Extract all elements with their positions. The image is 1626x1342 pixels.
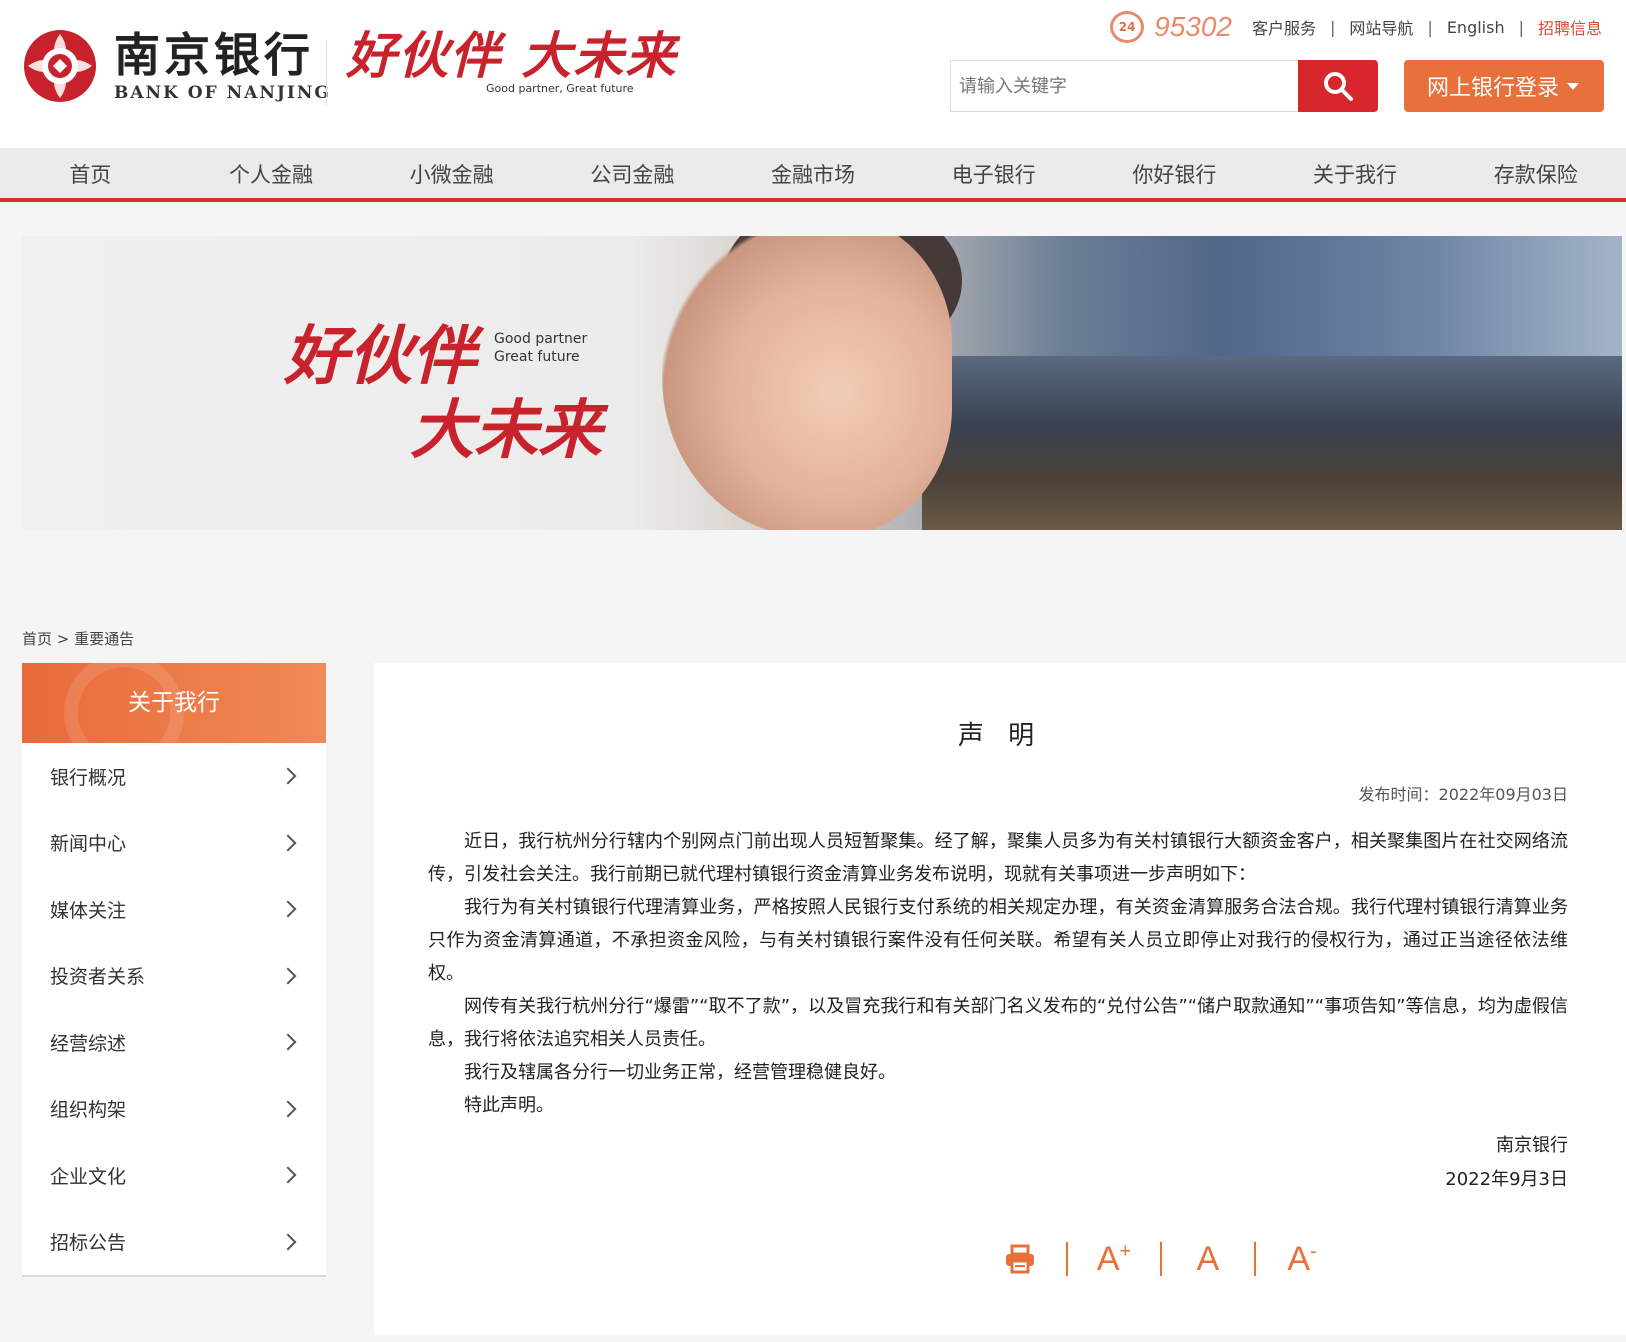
phone-24h-icon: 24 bbox=[1110, 11, 1145, 43]
breadcrumb[interactable]: 首页 > 重要通告 bbox=[22, 628, 134, 649]
signature-date: 2022年9月3日 bbox=[1445, 1169, 1568, 1190]
sidebar-item-media[interactable]: 媒体关注 bbox=[22, 876, 326, 943]
site-header: 南京银行 BANK OF NANJING 好伙伴 大未来 Good partne… bbox=[0, 0, 1626, 148]
search-button[interactable] bbox=[1298, 60, 1378, 112]
signature-bank: 南京银行 bbox=[1496, 1135, 1568, 1156]
article-paragraph: 我行及辖属各分行一切业务正常，经营管理稳健良好。 bbox=[464, 1062, 896, 1083]
search-box bbox=[950, 60, 1300, 112]
tool-separator bbox=[1160, 1242, 1162, 1276]
font-increase-letter: A bbox=[1096, 1239, 1120, 1278]
banner-en-line2: Great future bbox=[494, 349, 580, 365]
search-icon bbox=[1324, 72, 1353, 101]
article-signature: 南京银行 2022年9月3日 bbox=[1445, 1129, 1568, 1197]
sidebar-item-corporate-culture[interactable]: 企业文化 bbox=[22, 1142, 326, 1209]
font-increase-plus: + bbox=[1119, 1240, 1132, 1263]
article-title: 声 明 bbox=[957, 721, 1043, 751]
chevron-right-icon bbox=[279, 900, 297, 918]
banner-slogan-line2: 大未来 bbox=[410, 393, 602, 468]
sidebar-item-label: 经营综述 bbox=[50, 1032, 127, 1055]
sidebar-item-label: 媒体关注 bbox=[50, 899, 127, 922]
chevron-right-icon bbox=[279, 834, 297, 852]
link-separator: | bbox=[1330, 17, 1336, 37]
sidebar-item-bank-overview[interactable]: 银行概况 bbox=[22, 743, 326, 810]
online-banking-login-button[interactable]: 网上银行登录 bbox=[1404, 60, 1604, 112]
link-english[interactable]: English bbox=[1447, 18, 1505, 37]
tool-separator bbox=[1066, 1242, 1068, 1276]
nav-deposit-insurance[interactable]: 存款保险 bbox=[1445, 148, 1626, 198]
font-decrease-letter: A bbox=[1287, 1239, 1310, 1278]
nav-about-us[interactable]: 关于我行 bbox=[1265, 148, 1446, 198]
sidebar-item-news-center[interactable]: 新闻中心 bbox=[22, 810, 326, 877]
chevron-right-icon bbox=[279, 1033, 297, 1051]
nav-e-banking[interactable]: 电子银行 bbox=[903, 148, 1084, 198]
article-paragraph: 近日，我行杭州分行辖内个别网点门前出现人员短暂聚集。经了解，聚集人员多为有关村镇… bbox=[428, 831, 1568, 885]
logo-cn-text: 南京银行 bbox=[114, 28, 314, 82]
sidebar-title: 关于我行 bbox=[22, 663, 326, 743]
chevron-right-icon bbox=[279, 1166, 297, 1184]
link-customer-service[interactable]: 客户服务 bbox=[1252, 15, 1316, 39]
article-paragraph: 我行为有关村镇银行代理清算业务，严格按照人民银行支付系统的相关规定办理，有关资金… bbox=[428, 897, 1568, 984]
print-icon[interactable] bbox=[1004, 1244, 1036, 1274]
sidebar-item-label: 投资者关系 bbox=[50, 966, 146, 989]
caret-down-icon bbox=[1567, 83, 1579, 90]
nav-small-business[interactable]: 小微金融 bbox=[361, 148, 542, 198]
top-links-bar: 24 95302 客户服务 | 网站导航 | English | 招聘信息 bbox=[1110, 10, 1602, 44]
nav-home[interactable]: 首页 bbox=[0, 148, 181, 198]
hotline: 24 95302 bbox=[1110, 11, 1232, 43]
sidebar-item-label: 组织构架 bbox=[50, 1099, 127, 1122]
font-increase-button[interactable]: A+ bbox=[1082, 1240, 1146, 1279]
login-label: 网上银行登录 bbox=[1426, 76, 1559, 101]
sidebar-item-label: 银行概况 bbox=[50, 766, 127, 789]
main-nav: 首页 个人金融 小微金融 公司金融 金融市场 电子银行 你好银行 关于我行 存款… bbox=[0, 148, 1626, 202]
bank-logo-mark-icon bbox=[20, 26, 100, 106]
slogan-cn: 好伙伴 大未来 bbox=[346, 26, 678, 85]
tool-separator bbox=[1254, 1242, 1256, 1276]
header-slogan: 好伙伴 大未来 Good partner, Great future bbox=[346, 26, 678, 95]
sidebar-item-label: 招标公告 bbox=[50, 1232, 127, 1255]
sidebar-item-organization[interactable]: 组织构架 bbox=[22, 1076, 326, 1143]
logo-en-text: BANK OF NANJING bbox=[114, 83, 331, 103]
link-recruitment[interactable]: 招聘信息 bbox=[1538, 15, 1602, 39]
article-tools: A+ A A- bbox=[988, 1239, 1334, 1279]
nav-nihao-bank[interactable]: 你好银行 bbox=[1084, 148, 1265, 198]
sidebar: 关于我行 银行概况 新闻中心 媒体关注 投资者关系 经营综述 组织构架 企业文化… bbox=[22, 663, 326, 1277]
link-separator: | bbox=[1427, 17, 1433, 37]
nav-financial-markets[interactable]: 金融市场 bbox=[723, 148, 904, 198]
slogan-en: Good partner, Great future bbox=[486, 82, 634, 95]
sidebar-item-investor-relations[interactable]: 投资者关系 bbox=[22, 943, 326, 1010]
nav-personal-finance[interactable]: 个人金融 bbox=[181, 148, 362, 198]
sidebar-item-operations-review[interactable]: 经营综述 bbox=[22, 1009, 326, 1076]
search-input[interactable] bbox=[959, 75, 1299, 97]
chevron-right-icon bbox=[279, 1233, 297, 1251]
publish-time: 发布时间：2022年09月03日 bbox=[1358, 785, 1568, 804]
banner-slogan-en: Good partner Great future bbox=[494, 330, 587, 366]
hotline-number: 95302 bbox=[1154, 11, 1232, 42]
sidebar-item-label: 企业文化 bbox=[50, 1165, 127, 1188]
article-panel: 声 明 发布时间：2022年09月03日 近日，我行杭州分行辖内个别网点门前出现… bbox=[374, 663, 1626, 1335]
banner-en-line1: Good partner bbox=[494, 331, 588, 347]
chevron-right-icon bbox=[279, 1100, 297, 1118]
nav-corporate-finance[interactable]: 公司金融 bbox=[542, 148, 723, 198]
font-decrease-minus: - bbox=[1310, 1240, 1317, 1263]
banner-cityscape bbox=[922, 356, 1622, 530]
hero-banner: 好伙伴 大未来 Good partner Great future bbox=[22, 236, 1622, 530]
link-separator: | bbox=[1518, 17, 1524, 37]
link-site-nav[interactable]: 网站导航 bbox=[1349, 15, 1413, 39]
font-default-button[interactable]: A bbox=[1176, 1240, 1240, 1279]
article-paragraph: 网传有关我行杭州分行“爆雷”“取不了款”，以及冒充我行和有关部门名义发布的“兑付… bbox=[428, 996, 1568, 1050]
sidebar-item-label: 新闻中心 bbox=[50, 833, 127, 856]
logo-divider bbox=[326, 40, 327, 106]
banner-portrait bbox=[662, 236, 952, 530]
sidebar-title-decoration bbox=[64, 663, 184, 743]
font-decrease-button[interactable]: A- bbox=[1270, 1240, 1334, 1279]
sidebar-item-tender-notices[interactable]: 招标公告 bbox=[22, 1209, 326, 1276]
article-body: 近日，我行杭州分行辖内个别网点门前出现人员短暂聚集。经了解，聚集人员多为有关村镇… bbox=[428, 825, 1568, 1122]
article-paragraph: 特此声明。 bbox=[464, 1095, 554, 1116]
chevron-right-icon bbox=[279, 967, 297, 985]
chevron-right-icon bbox=[279, 767, 297, 785]
bank-logo[interactable]: 南京银行 BANK OF NANJING bbox=[20, 26, 331, 106]
